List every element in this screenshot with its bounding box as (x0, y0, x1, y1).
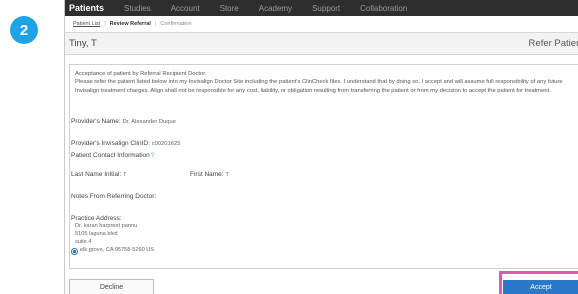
acceptance-title: Acceptance of patient by Referral Recipi… (75, 71, 207, 77)
first-name-row: First Name: T (190, 171, 229, 178)
acceptance-body: Please refer the patient listed below in… (75, 79, 563, 94)
address-radio[interactable] (71, 248, 78, 255)
breadcrumb-patient-list[interactable]: Patient List (73, 21, 100, 27)
step-number-badge: 2 (10, 16, 38, 44)
contact-info-label: Patient Contact Information (71, 152, 150, 159)
first-name-label: First Name: (190, 171, 224, 178)
page-header: Tiny, T Refer Patient (65, 33, 578, 55)
last-name-label: Last Name Initial: (71, 171, 122, 178)
app-window: Patients Studies Account Store Academy S… (64, 0, 578, 294)
nav-item-academy[interactable]: Academy (259, 4, 292, 13)
clinid-label: Provider's Invisalign ClinID: (71, 140, 150, 147)
breadcrumb-separator: | (104, 21, 106, 27)
last-name-value: T (123, 172, 127, 178)
referral-panel: Acceptance of patient by Referral Recipi… (69, 64, 578, 269)
nav-item-studies[interactable]: Studies (124, 4, 151, 13)
notes-label: Notes From Referring Doctor: (71, 193, 157, 200)
practice-address-row: Practice Address: (71, 215, 122, 222)
practice-address-label: Practice Address: (71, 215, 122, 222)
provider-name-row: Provider's Name: Dr. Alexander Duque (71, 118, 176, 125)
address-line: suite 4 (75, 239, 92, 245)
help-question-icon[interactable]: ? (151, 153, 154, 159)
provider-name-value: Dr. Alexander Duque (122, 119, 176, 125)
nav-item-account[interactable]: Account (171, 4, 200, 13)
decline-button[interactable]: Decline (69, 279, 154, 294)
nav-item-store[interactable]: Store (220, 4, 239, 13)
accept-button[interactable]: Accept (503, 280, 578, 294)
clinid-row: Provider's Invisalign ClinID: c00201625 (71, 140, 180, 147)
acceptance-terms: Acceptance of patient by Referral Recipi… (75, 70, 578, 95)
notes-row: Notes From Referring Doctor: (71, 193, 156, 200)
nav-item-patients[interactable]: Patients (69, 3, 104, 13)
breadcrumb-separator: | (154, 21, 157, 27)
nav-item-collaboration[interactable]: Collaboration (360, 4, 407, 13)
nav-item-support[interactable]: Support (312, 4, 340, 13)
first-name-value: T (225, 172, 229, 178)
last-name-row: Last Name Initial: T (71, 171, 127, 178)
breadcrumb: Patient List | Review Referral | Confirm… (65, 16, 578, 33)
address-selected-line: elk grove, CA 95758-5260 US (80, 247, 155, 253)
address-line: 5105 laguna blvd (75, 231, 118, 237)
breadcrumb-confirmation: Confirmation (160, 21, 192, 27)
page-title: Refer Patient (528, 38, 578, 49)
clinid-value: c00201625 (151, 141, 181, 147)
top-navigation: Patients Studies Account Store Academy S… (65, 0, 578, 16)
breadcrumb-review-referral: Review Referral (109, 21, 151, 27)
patient-name: Tiny, T (69, 38, 97, 49)
provider-name-label: Provider's Name: (71, 118, 121, 125)
contact-info-row: Patient Contact Information? (71, 152, 154, 159)
screenshot: 2 Patients Studies Account Store Academy… (0, 0, 578, 294)
address-line: Dr. karan harpreet pannu (75, 223, 138, 229)
